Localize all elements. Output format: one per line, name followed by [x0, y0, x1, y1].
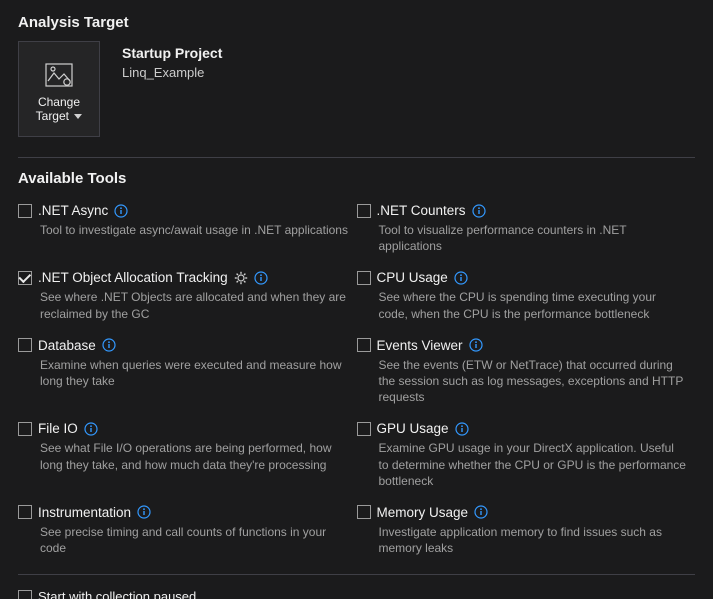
startup-project-name: Linq_Example — [122, 65, 222, 80]
tool-head: Database — [18, 338, 349, 353]
tool-checkbox-net-counters[interactable] — [357, 204, 371, 218]
tool-title: .NET Counters — [377, 203, 466, 218]
change-target-label: Change Target — [36, 95, 83, 124]
tool-description: Examine GPU usage in your DirectX applic… — [357, 440, 688, 489]
tool-head: .NET Counters — [357, 203, 688, 218]
tool-checkbox-file-io[interactable] — [18, 422, 32, 436]
info-icon[interactable] — [114, 204, 128, 218]
tool-checkbox-cpu-usage[interactable] — [357, 271, 371, 285]
tool-memory-usage: Memory Usage Investigate application memo… — [357, 505, 696, 556]
tool-description: See where the CPU is spending time execu… — [357, 289, 688, 321]
tool-title: GPU Usage — [377, 421, 449, 436]
info-icon[interactable] — [84, 422, 98, 436]
info-icon[interactable] — [472, 204, 486, 218]
tool-head: File IO — [18, 421, 349, 436]
tool-head: Instrumentation — [18, 505, 349, 520]
tool-title: .NET Object Allocation Tracking — [38, 270, 228, 285]
tool-gpu-usage: GPU Usage Examine GPU usage in your Direc… — [357, 421, 696, 489]
info-icon[interactable] — [474, 505, 488, 519]
tool-description: Examine when queries were executed and m… — [18, 357, 349, 389]
tool-title: Database — [38, 338, 96, 353]
tool-net-async: .NET Async Tool to investigate async/awai… — [18, 203, 357, 254]
tool-description: See precise timing and call counts of fu… — [18, 524, 349, 556]
tool-head: .NET Object Allocation Tracking — [18, 270, 349, 285]
tool-checkbox-gpu-usage[interactable] — [357, 422, 371, 436]
tool-instrumentation: Instrumentation See precise timing and ca… — [18, 505, 357, 556]
startup-project-label: Startup Project — [122, 45, 222, 61]
tool-description: See what File I/O operations are being p… — [18, 440, 349, 472]
tool-description: See where .NET Objects are allocated and… — [18, 289, 349, 321]
info-icon[interactable] — [137, 505, 151, 519]
section-title-available-tools: Available Tools — [18, 170, 695, 187]
info-icon[interactable] — [102, 338, 116, 352]
info-icon[interactable] — [454, 271, 468, 285]
divider-footer — [18, 574, 695, 575]
tool-head: Events Viewer — [357, 338, 688, 353]
tool-head: CPU Usage — [357, 270, 688, 285]
tool-checkbox-net-object-allocation-tracking[interactable] — [18, 271, 32, 285]
tool-checkbox-instrumentation[interactable] — [18, 505, 32, 519]
change-target-button[interactable]: Change Target — [18, 41, 100, 137]
tool-title: File IO — [38, 421, 78, 436]
tool-description: Tool to visualize performance counters i… — [357, 222, 688, 254]
tools-grid: .NET Async Tool to investigate async/awai… — [18, 203, 695, 556]
section-title-analysis-target: Analysis Target — [18, 14, 695, 31]
start-paused-label: Start with collection paused — [38, 589, 196, 599]
info-icon[interactable] — [455, 422, 469, 436]
start-paused-checkbox[interactable] — [18, 590, 32, 599]
info-icon[interactable] — [469, 338, 483, 352]
gear-icon[interactable] — [234, 271, 248, 285]
tool-description: Tool to investigate async/await usage in… — [18, 222, 349, 238]
tool-net-counters: .NET Counters Tool to visualize performan… — [357, 203, 696, 254]
tool-cpu-usage: CPU Usage See where the CPU is spending t… — [357, 270, 696, 321]
tool-title: .NET Async — [38, 203, 108, 218]
tool-net-object-allocation-tracking: .NET Object Allocation Tracking See where… — [18, 270, 357, 321]
tool-checkbox-memory-usage[interactable] — [357, 505, 371, 519]
divider — [18, 157, 695, 158]
tool-checkbox-events-viewer[interactable] — [357, 338, 371, 352]
target-image-icon — [44, 61, 74, 89]
info-icon[interactable] — [254, 271, 268, 285]
tool-head: .NET Async — [18, 203, 349, 218]
chevron-down-icon — [74, 109, 82, 123]
tool-title: CPU Usage — [377, 270, 448, 285]
tool-title: Events Viewer — [377, 338, 463, 353]
tool-database: Database Examine when queries were execut… — [18, 338, 357, 406]
tool-title: Instrumentation — [38, 505, 131, 520]
tool-head: Memory Usage — [357, 505, 688, 520]
analysis-target-area: Change Target Startup Project Linq_Examp… — [18, 41, 695, 137]
tool-checkbox-net-async[interactable] — [18, 204, 32, 218]
tool-head: GPU Usage — [357, 421, 688, 436]
tool-title: Memory Usage — [377, 505, 469, 520]
tool-events-viewer: Events Viewer See the events (ETW or NetT… — [357, 338, 696, 406]
target-info: Startup Project Linq_Example — [122, 41, 222, 80]
tool-description: Investigate application memory to find i… — [357, 524, 688, 556]
tool-description: See the events (ETW or NetTrace) that oc… — [357, 357, 688, 406]
tool-checkbox-database[interactable] — [18, 338, 32, 352]
tool-file-io: File IO See what File I/O operations are … — [18, 421, 357, 489]
